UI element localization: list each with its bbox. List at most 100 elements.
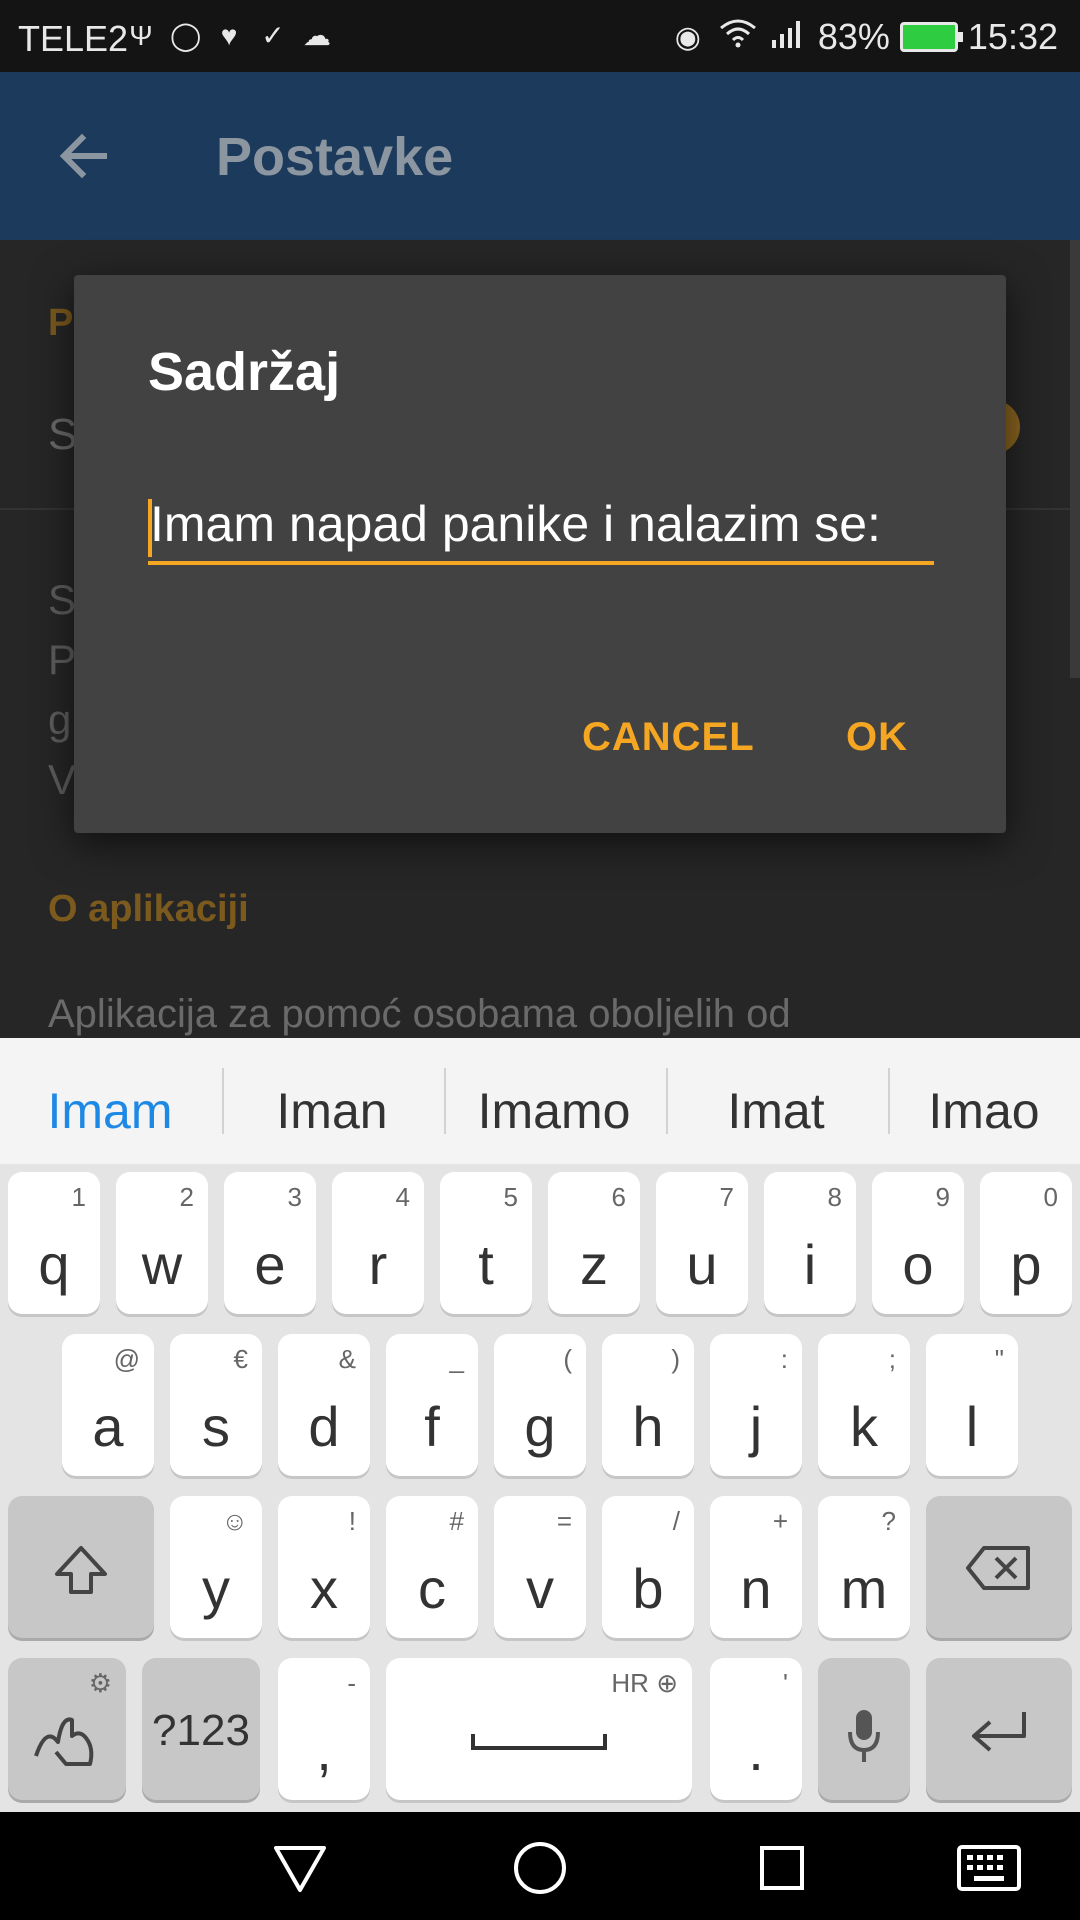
suggestion-bar: Imam Iman Imamo Imat Imao <box>0 1038 1080 1164</box>
wifi-icon <box>718 18 758 56</box>
back-triangle-icon[interactable] <box>270 1842 330 1901</box>
clock: 15:32 <box>967 16 1058 57</box>
key-alt-char: 0 <box>1043 1182 1058 1212</box>
watch-icon: ◯ <box>170 20 202 51</box>
microphone-icon <box>818 1706 910 1771</box>
key-x[interactable]: ! x <box>278 1496 370 1638</box>
key-b[interactable]: / b <box>602 1496 694 1638</box>
key-h[interactable]: ) h <box>602 1334 694 1476</box>
key-o[interactable]: 9o <box>872 1172 964 1314</box>
key-char: v <box>526 1557 554 1620</box>
key-char: . <box>748 1719 764 1782</box>
keyboard: Imam Iman Imamo Imat Imao ⚙ ?123 - , HR … <box>0 1038 1080 1812</box>
key-d[interactable]: & d <box>278 1334 370 1476</box>
screen: TELE2 Ψ ◯ ♥ ✓ ☁ ◉ 83% 15:32 Postavke P S… <box>0 0 1080 1920</box>
key-char: k <box>850 1395 878 1458</box>
key-j[interactable]: :j <box>710 1334 802 1476</box>
language-label: HR <box>611 1668 649 1698</box>
home-circle-icon[interactable] <box>510 1838 570 1903</box>
key-alt-char: & <box>338 1344 356 1374</box>
key-u[interactable]: 7u <box>656 1172 748 1314</box>
enter-key[interactable] <box>926 1658 1072 1800</box>
page-title: Postavke <box>216 127 454 187</box>
key-char: w <box>141 1233 183 1296</box>
notification-icons: Ψ ◯ ♥ ✓ ☁ <box>126 20 332 52</box>
key-q[interactable]: 1q <box>8 1172 100 1314</box>
system-icons: ◉ 83% 15:32 <box>668 16 1058 58</box>
key-t[interactable]: 5t <box>440 1172 532 1314</box>
key-p[interactable]: 0p <box>980 1172 1072 1314</box>
key-alt-char: # <box>449 1506 464 1536</box>
key-l[interactable]: " l <box>926 1334 1018 1476</box>
suggestion-item[interactable]: Imamo <box>444 1082 664 1140</box>
key-alt-char: € <box>233 1344 248 1374</box>
suggestion-item[interactable]: Iman <box>222 1082 442 1140</box>
enter-icon <box>926 1706 1072 1763</box>
key-alt-char: ; <box>888 1344 896 1374</box>
key-char: s <box>202 1395 230 1458</box>
key-i[interactable]: 8i <box>764 1172 856 1314</box>
navigation-bar <box>0 1812 1080 1920</box>
key-c[interactable]: # c <box>386 1496 478 1638</box>
key-char: t <box>478 1233 494 1296</box>
space-key[interactable]: HR ⊕ <box>386 1658 692 1800</box>
input-value: Imam napad panike i nalazim se: <box>150 496 881 552</box>
key-char: j <box>749 1395 763 1458</box>
section-header: P <box>48 302 74 344</box>
key-char: p <box>1010 1233 1042 1296</box>
key-alt-char: 6 <box>611 1182 626 1212</box>
check-flag-icon: ✓ <box>261 20 285 51</box>
key-char: z <box>580 1233 608 1296</box>
key-m[interactable]: ? m <box>818 1496 910 1638</box>
key-a[interactable]: @ a <box>62 1334 154 1476</box>
key-alt-char: 7 <box>719 1182 734 1212</box>
key-y[interactable]: ☺ y <box>170 1496 262 1638</box>
key-alt-char: - <box>347 1668 356 1698</box>
key-alt-char: 5 <box>503 1182 518 1212</box>
app-bar: Postavke <box>0 72 1080 240</box>
key-alt-char: 9 <box>935 1182 950 1212</box>
content-input[interactable]: Imam napad panike i nalazim se: <box>148 495 934 565</box>
key-char: q <box>38 1233 70 1296</box>
period-key[interactable]: ' . <box>710 1658 802 1800</box>
shift-key[interactable] <box>8 1496 154 1638</box>
scrollbar[interactable] <box>1070 240 1080 678</box>
key-n[interactable]: + n <box>710 1496 802 1638</box>
key-alt-char: = <box>556 1506 572 1536</box>
recents-square-icon[interactable] <box>756 1842 808 1899</box>
key-w[interactable]: 2w <box>116 1172 208 1314</box>
settings-gear-icon: ⚙ <box>88 1668 112 1698</box>
key-f[interactable]: _ f <box>386 1334 478 1476</box>
comma-key[interactable]: - , <box>278 1658 370 1800</box>
key-e[interactable]: 3e <box>224 1172 316 1314</box>
keyboard-switch-icon[interactable] <box>956 1844 1022 1897</box>
cancel-button[interactable]: CANCEL <box>582 715 755 760</box>
ok-button[interactable]: OK <box>846 715 908 760</box>
key-z[interactable]: 6z <box>548 1172 640 1314</box>
battery-percent: 83% <box>817 16 890 57</box>
shift-icon <box>8 1544 154 1601</box>
key-k[interactable]: ; k <box>818 1334 910 1476</box>
key-alt-char: : <box>780 1344 788 1374</box>
row-text: V <box>48 756 77 803</box>
key-s[interactable]: € s <box>170 1334 262 1476</box>
key-alt-char: 1 <box>71 1182 86 1212</box>
backspace-key[interactable] <box>926 1496 1072 1638</box>
row-text: g <box>48 696 72 743</box>
row-text: P <box>48 636 77 683</box>
key-g[interactable]: (g <box>494 1334 586 1476</box>
suggestion-item[interactable]: Imam <box>0 1082 220 1140</box>
suggestion-item[interactable]: Imao <box>888 1082 1080 1140</box>
key-r[interactable]: 4r <box>332 1172 424 1314</box>
voice-input-key[interactable] <box>818 1658 910 1800</box>
key-v[interactable]: = v <box>494 1496 586 1638</box>
settings-row[interactable]: S <box>48 410 77 460</box>
key-alt-char: @ <box>113 1344 140 1374</box>
swipe-key[interactable]: ⚙ <box>8 1658 126 1800</box>
key-alt-char: ☺ <box>221 1506 248 1536</box>
key-char: g <box>524 1395 556 1458</box>
symbols-key[interactable]: ?123 <box>142 1658 260 1800</box>
suggestion-item[interactable]: Imat <box>666 1082 886 1140</box>
key-char: e <box>254 1233 286 1296</box>
back-arrow-icon[interactable] <box>52 124 116 188</box>
